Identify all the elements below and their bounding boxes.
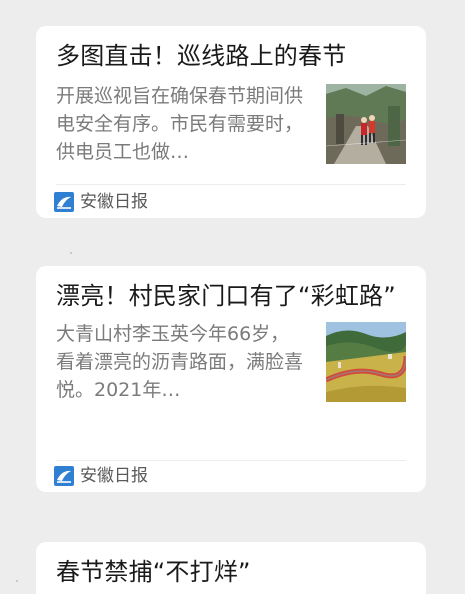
source-name: 安徽日报 xyxy=(80,192,148,212)
article-source[interactable]: 安徽日报 xyxy=(54,190,148,214)
article-thumbnail[interactable] xyxy=(326,322,406,402)
article-card[interactable]: 春节禁捕“不打烊” xyxy=(36,542,426,594)
speck xyxy=(70,252,72,254)
card-divider xyxy=(56,460,406,461)
speck xyxy=(16,580,18,582)
article-summary: 开展巡视旨在确保春节期间供电安全有序。市民有需要时，供电员工也做… xyxy=(56,85,304,163)
article-body: 开展巡视旨在确保春节期间供电安全有序。市民有需要时，供电员工也做… xyxy=(56,82,406,166)
article-title[interactable]: 多图直击！巡线路上的春节 xyxy=(56,40,406,72)
article-body: 大青山村李玉英今年66岁，看着漂亮的沥青路面，满脸喜悦。2021年… xyxy=(56,320,406,404)
article-source[interactable]: 安徽日报 xyxy=(54,464,148,488)
anhui-daily-logo-icon xyxy=(54,192,74,212)
article-feed: 多图直击！巡线路上的春节 开展巡视旨在确保春节期间供电安全有序。市民有需要时，供… xyxy=(0,0,465,594)
card-divider xyxy=(56,184,406,185)
article-title[interactable]: 春节禁捕“不打烊” xyxy=(56,556,406,588)
article-thumbnail[interactable] xyxy=(326,84,406,164)
article-title[interactable]: 漂亮！村民家门口有了“彩虹路” xyxy=(56,280,406,312)
article-summary: 大青山村李玉英今年66岁，看着漂亮的沥青路面，满脸喜悦。2021年… xyxy=(56,323,304,401)
anhui-daily-logo-icon xyxy=(54,466,74,486)
linemen-photo-icon xyxy=(326,84,406,164)
source-name: 安徽日报 xyxy=(80,466,148,486)
article-card[interactable]: 多图直击！巡线路上的春节 开展巡视旨在确保春节期间供电安全有序。市民有需要时，供… xyxy=(36,26,426,218)
rainbow-road-photo-icon xyxy=(326,322,406,402)
article-card[interactable]: 漂亮！村民家门口有了“彩虹路” 大青山村李玉英今年66岁，看着漂亮的沥青路面，满… xyxy=(36,266,426,492)
